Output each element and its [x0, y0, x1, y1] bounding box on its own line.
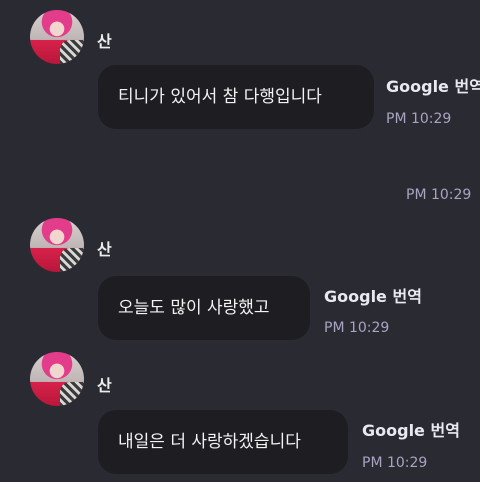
avatar[interactable]: [30, 352, 84, 406]
avatar[interactable]: [30, 218, 84, 272]
google-translate-link[interactable]: Google 번역: [362, 417, 460, 441]
message-bubble[interactable]: 내일은 더 사랑하겠습니다: [98, 410, 348, 474]
message-bubble[interactable]: 오늘도 많이 사랑했고: [98, 276, 310, 340]
message-time: PM 10:29: [362, 455, 428, 471]
chat-view: 산 티니가 있어서 참 다행입니다 Google 번역 PM 10:29 PM …: [0, 0, 480, 482]
message-time: PM 10:29: [324, 320, 390, 336]
sender-name: 산: [97, 32, 112, 51]
message-time: PM 10:29: [406, 187, 472, 203]
avatar-shirt: [60, 248, 84, 272]
sender-name: 산: [97, 376, 112, 395]
avatar-shirt: [60, 40, 84, 64]
sender-name: 산: [97, 240, 112, 259]
message-time: PM 10:29: [386, 111, 452, 127]
avatar-shirt: [60, 382, 84, 406]
message-bubble[interactable]: 티니가 있어서 참 다행입니다: [98, 65, 374, 129]
google-translate-link[interactable]: Google 번역: [386, 73, 480, 97]
google-translate-link[interactable]: Google 번역: [324, 283, 422, 307]
avatar[interactable]: [30, 10, 84, 64]
